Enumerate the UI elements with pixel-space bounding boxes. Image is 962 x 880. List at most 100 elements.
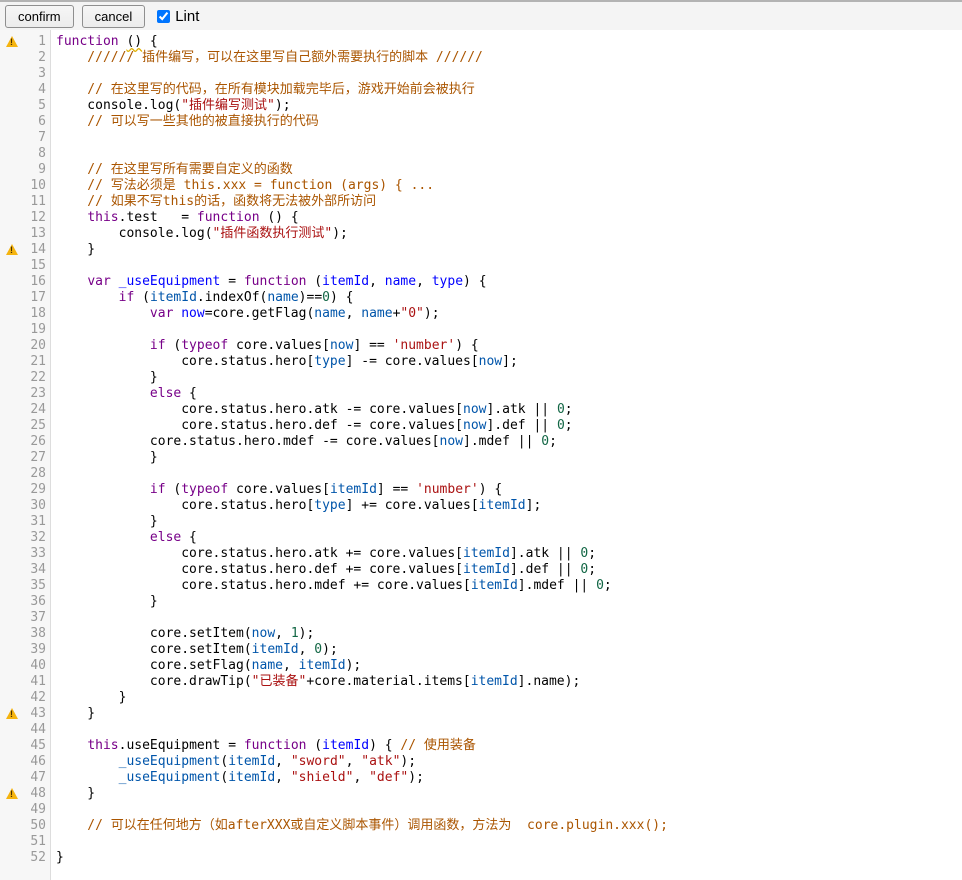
code-line-text bbox=[46, 722, 56, 738]
code-line[interactable]: 24 core.status.hero.atk -= core.values[n… bbox=[0, 402, 962, 418]
code-line[interactable]: 14 } bbox=[0, 242, 962, 258]
line-number: 51 bbox=[26, 834, 46, 850]
code-line[interactable]: 15 bbox=[0, 258, 962, 274]
confirm-button[interactable]: confirm bbox=[5, 5, 74, 28]
code-line[interactable]: 31 } bbox=[0, 514, 962, 530]
code-line[interactable]: 48 } bbox=[0, 786, 962, 802]
code-line-text: // 写法必须是 this.xxx = function (args) { ..… bbox=[46, 178, 434, 194]
line-number: 44 bbox=[26, 722, 46, 738]
code-line[interactable]: 23 else { bbox=[0, 386, 962, 402]
gutter-marker-cell bbox=[0, 130, 26, 146]
code-line[interactable]: 2 ////// 插件编写，可以在这里写自己额外需要执行的脚本 ////// bbox=[0, 50, 962, 66]
gutter-marker-cell bbox=[0, 594, 26, 610]
code-line[interactable]: 11 // 如果不写this的话，函数将无法被外部所访问 bbox=[0, 194, 962, 210]
code-line[interactable]: 32 else { bbox=[0, 530, 962, 546]
line-number: 52 bbox=[26, 850, 46, 866]
code-line[interactable]: 49 bbox=[0, 802, 962, 818]
code-line[interactable]: 51 bbox=[0, 834, 962, 850]
code-line[interactable]: 21 core.status.hero[type] -= core.values… bbox=[0, 354, 962, 370]
code-line[interactable]: 35 core.status.hero.mdef += core.values[… bbox=[0, 578, 962, 594]
line-number: 50 bbox=[26, 818, 46, 834]
gutter-marker-cell bbox=[0, 34, 26, 50]
code-line[interactable]: 46 _useEquipment(itemId, "sword", "atk")… bbox=[0, 754, 962, 770]
gutter-marker-cell bbox=[0, 306, 26, 322]
code-line[interactable]: 34 core.status.hero.def += core.values[i… bbox=[0, 562, 962, 578]
code-line[interactable]: 38 core.setItem(now, 1); bbox=[0, 626, 962, 642]
code-line[interactable]: 13 console.log("插件函数执行测试"); bbox=[0, 226, 962, 242]
line-number: 47 bbox=[26, 770, 46, 786]
gutter-marker-cell bbox=[0, 274, 26, 290]
code-line[interactable]: 4 // 在这里写的代码，在所有模块加载完毕后，游戏开始前会被执行 bbox=[0, 82, 962, 98]
code-line[interactable]: 41 core.drawTip("已装备"+core.material.item… bbox=[0, 674, 962, 690]
code-line[interactable]: 37 bbox=[0, 610, 962, 626]
code-line[interactable]: 1function () { bbox=[0, 34, 962, 50]
code-line[interactable]: 17 if (itemId.indexOf(name)==0) { bbox=[0, 290, 962, 306]
code-line-text: function () { bbox=[46, 34, 158, 50]
code-line[interactable]: 36 } bbox=[0, 594, 962, 610]
code-line-text: // 可以在任何地方（如afterXXX或自定义脚本事件）调用函数，方法为 co… bbox=[46, 818, 668, 834]
code-line[interactable]: 28 bbox=[0, 466, 962, 482]
gutter-marker-cell bbox=[0, 754, 26, 770]
code-line[interactable]: 8 bbox=[0, 146, 962, 162]
code-line[interactable]: 12 this.test = function () { bbox=[0, 210, 962, 226]
warning-icon bbox=[6, 244, 18, 255]
code-line-text: core.status.hero.mdef += core.values[ite… bbox=[46, 578, 612, 594]
gutter-marker-cell bbox=[0, 466, 26, 482]
line-number: 41 bbox=[26, 674, 46, 690]
code-line[interactable]: 6 // 可以写一些其他的被直接执行的代码 bbox=[0, 114, 962, 130]
code-line-text: } bbox=[46, 594, 158, 610]
line-number: 18 bbox=[26, 306, 46, 322]
code-line[interactable]: 19 bbox=[0, 322, 962, 338]
code-line[interactable]: 52} bbox=[0, 850, 962, 866]
code-line-text: _useEquipment(itemId, "sword", "atk"); bbox=[46, 754, 416, 770]
code-line[interactable]: 16 var _useEquipment = function (itemId,… bbox=[0, 274, 962, 290]
code-line[interactable]: 9 // 在这里写所有需要自定义的函数 bbox=[0, 162, 962, 178]
code-line-text bbox=[46, 258, 56, 274]
gutter-marker-cell bbox=[0, 386, 26, 402]
code-line[interactable]: 42 } bbox=[0, 690, 962, 706]
line-number: 35 bbox=[26, 578, 46, 594]
gutter-marker-cell bbox=[0, 226, 26, 242]
code-line-text: if (itemId.indexOf(name)==0) { bbox=[46, 290, 353, 306]
code-line[interactable]: 22 } bbox=[0, 370, 962, 386]
code-line[interactable]: 25 core.status.hero.def -= core.values[n… bbox=[0, 418, 962, 434]
code-line[interactable]: 29 if (typeof core.values[itemId] == 'nu… bbox=[0, 482, 962, 498]
gutter-marker-cell bbox=[0, 786, 26, 802]
code-line[interactable]: 18 var now=core.getFlag(name, name+"0"); bbox=[0, 306, 962, 322]
code-line[interactable]: 39 core.setItem(itemId, 0); bbox=[0, 642, 962, 658]
code-line[interactable]: 7 bbox=[0, 130, 962, 146]
line-number: 6 bbox=[26, 114, 46, 130]
code-line[interactable]: 3 bbox=[0, 66, 962, 82]
line-number: 36 bbox=[26, 594, 46, 610]
gutter-marker-cell bbox=[0, 258, 26, 274]
lint-checkbox[interactable] bbox=[157, 10, 170, 23]
code-line[interactable]: 20 if (typeof core.values[now] == 'numbe… bbox=[0, 338, 962, 354]
code-line[interactable]: 10 // 写法必须是 this.xxx = function (args) {… bbox=[0, 178, 962, 194]
cancel-button[interactable]: cancel bbox=[82, 5, 146, 28]
gutter-marker-cell bbox=[0, 50, 26, 66]
code-line[interactable]: 44 bbox=[0, 722, 962, 738]
line-number: 30 bbox=[26, 498, 46, 514]
line-number: 27 bbox=[26, 450, 46, 466]
line-number: 28 bbox=[26, 466, 46, 482]
code-line[interactable]: 27 } bbox=[0, 450, 962, 466]
code-line-text: // 在这里写所有需要自定义的函数 bbox=[46, 162, 293, 178]
code-editor[interactable]: 1function () {2 ////// 插件编写，可以在这里写自己额外需要… bbox=[0, 30, 962, 880]
code-line[interactable]: 45 this.useEquipment = function (itemId)… bbox=[0, 738, 962, 754]
line-number: 34 bbox=[26, 562, 46, 578]
code-line[interactable]: 50 // 可以在任何地方（如afterXXX或自定义脚本事件）调用函数，方法为… bbox=[0, 818, 962, 834]
code-line[interactable]: 33 core.status.hero.atk += core.values[i… bbox=[0, 546, 962, 562]
line-number: 13 bbox=[26, 226, 46, 242]
code-line[interactable]: 43 } bbox=[0, 706, 962, 722]
line-number: 22 bbox=[26, 370, 46, 386]
line-number: 14 bbox=[26, 242, 46, 258]
line-number: 23 bbox=[26, 386, 46, 402]
code-line[interactable]: 26 core.status.hero.mdef -= core.values[… bbox=[0, 434, 962, 450]
gutter-marker-cell bbox=[0, 530, 26, 546]
line-number: 49 bbox=[26, 802, 46, 818]
code-line[interactable]: 5 console.log("插件编写测试"); bbox=[0, 98, 962, 114]
code-line[interactable]: 47 _useEquipment(itemId, "shield", "def"… bbox=[0, 770, 962, 786]
code-line[interactable]: 30 core.status.hero[type] += core.values… bbox=[0, 498, 962, 514]
code-line-text: core.drawTip("已装备"+core.material.items[i… bbox=[46, 674, 580, 690]
code-line[interactable]: 40 core.setFlag(name, itemId); bbox=[0, 658, 962, 674]
